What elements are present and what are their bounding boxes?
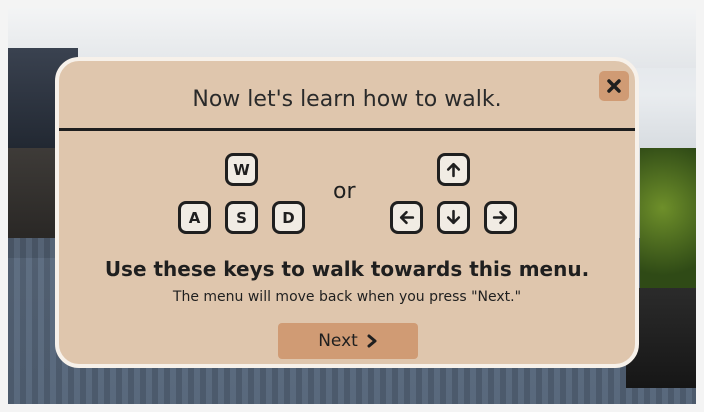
arrow-left-icon [399, 210, 415, 225]
divider [59, 128, 635, 131]
key-left [390, 201, 423, 234]
or-text: or [333, 179, 356, 204]
arrow-down-icon [446, 209, 461, 225]
dialog-title: Now let's learn how to walk. [192, 87, 502, 112]
key-w: W [225, 153, 258, 186]
arrow-up-icon [446, 162, 461, 178]
key-down [437, 201, 470, 234]
x-icon [607, 79, 621, 93]
key-up [437, 153, 470, 186]
instruction-subline: The menu will move back when you press "… [172, 289, 522, 305]
next-button-label: Next [318, 331, 358, 351]
next-button[interactable]: Next [278, 323, 418, 359]
tutorial-dialog: Now let's learn how to walk. W A S D or … [55, 57, 639, 368]
key-right [484, 201, 517, 234]
key-s: S [225, 201, 258, 234]
arrow-right-icon [492, 210, 508, 225]
instruction-headline: Use these keys to walk towards this menu… [104, 257, 590, 281]
key-d: D [272, 201, 305, 234]
key-a: A [178, 201, 211, 234]
close-button[interactable] [599, 71, 629, 101]
plant [640, 148, 696, 298]
chevron-right-icon [367, 334, 377, 348]
